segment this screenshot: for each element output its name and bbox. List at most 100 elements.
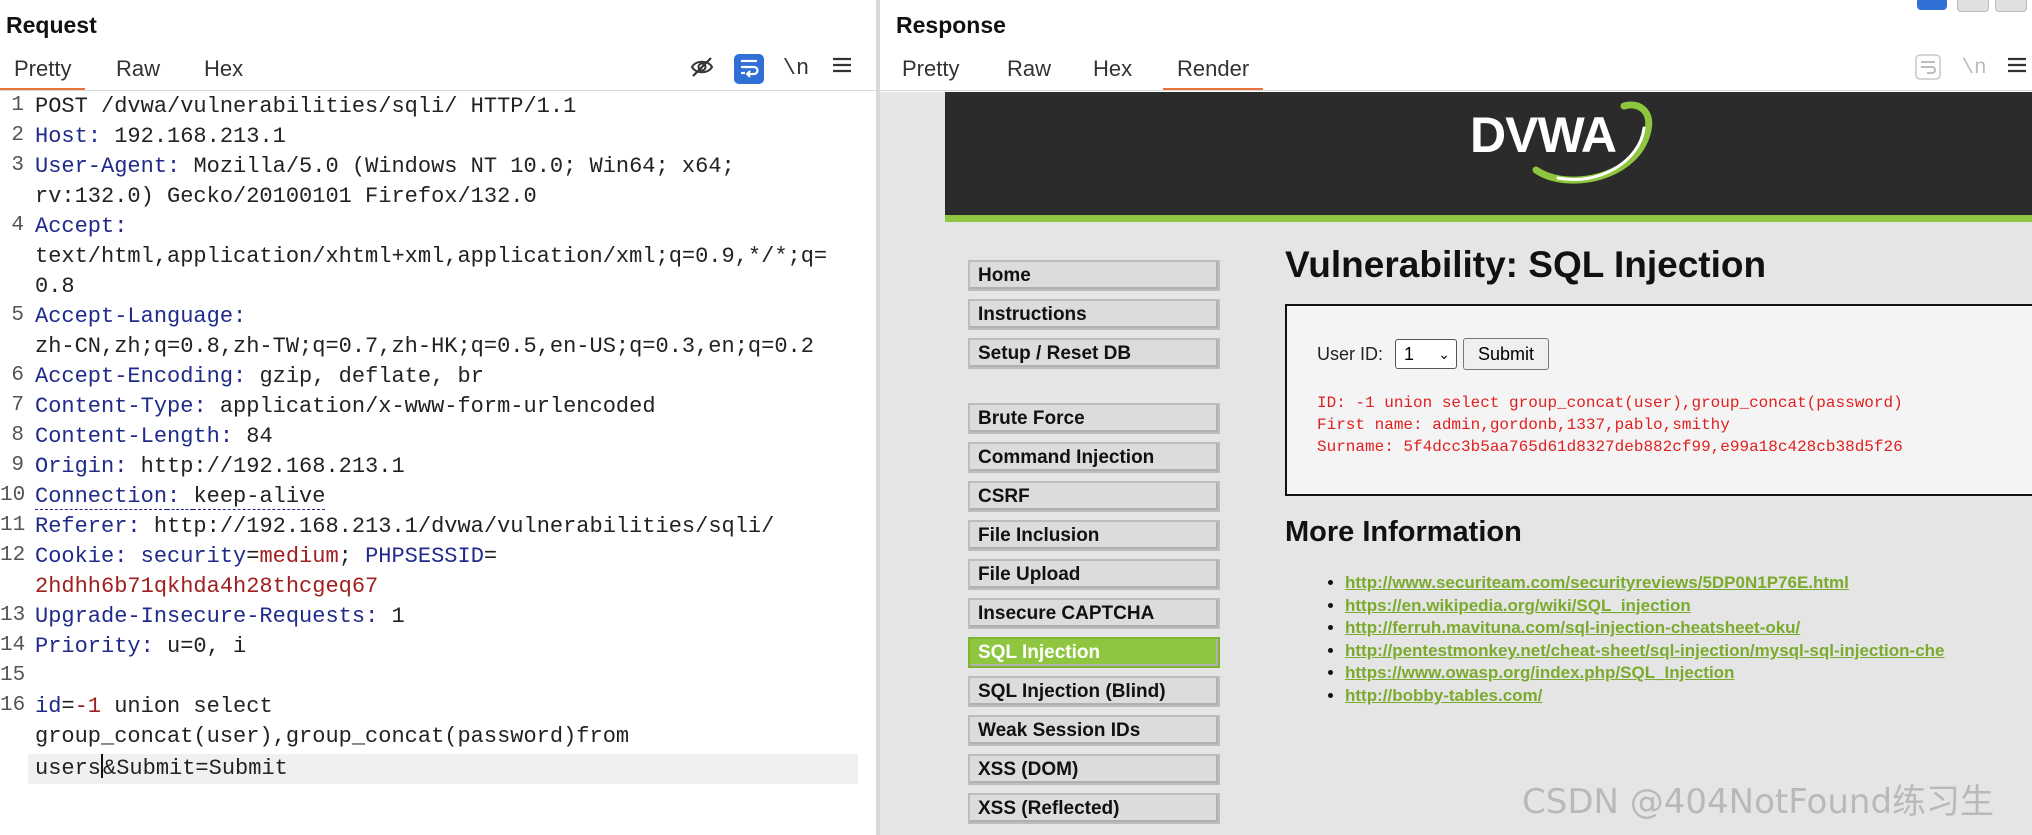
header-continuation: text/html,application/xhtml+xml,applicat… [35,244,828,269]
tab-divider [0,90,876,91]
line-number: 8 [11,424,24,447]
tab-raw[interactable]: Raw [1007,56,1051,82]
line-number: 7 [11,394,24,417]
cookie-value: medium [259,544,339,569]
line-number: 14 [0,634,26,657]
watermark: CSDN @404NotFound练习生 [1522,782,1995,822]
header-value: gzip, deflate, br [259,364,484,389]
header-host: Host: 192.168.213.1 [35,124,286,149]
wrap-text-icon[interactable] [1913,54,1943,84]
request-line: POST /dvwa/vulnerabilities/sqli/ HTTP/1.… [35,94,576,119]
menu-instructions[interactable]: Instructions [968,299,1220,330]
menu-command-injection[interactable]: Command Injection [968,442,1220,473]
header-name: Content-Length [35,424,220,449]
user-id-select[interactable]: 1 ⌄ [1395,339,1457,369]
reference-link[interactable]: http://ferruh.mavituna.com/sql-injection… [1345,618,1800,637]
result-first-name: First name: admin,gordonb,1337,pablo,smi… [1317,416,1730,434]
submit-button[interactable]: Submit [1463,338,1549,370]
list-item: https://www.owasp.org/index.php/SQL_Inje… [1345,662,1945,685]
tab-hex[interactable]: Hex [1093,56,1132,82]
header-priority: Priority: u=0, i [35,634,247,659]
header-name: Upgrade-Insecure-Requests [35,604,366,629]
list-item: https://en.wikipedia.org/wiki/SQL_inject… [1345,595,1945,618]
reference-link[interactable]: https://en.wikipedia.org/wiki/SQL_inject… [1345,596,1691,615]
header-continuation: rv:132.0) Gecko/20100101 Firefox/132.0 [35,184,537,209]
header-value: Mozilla/5.0 (Windows NT 10.0; Win64; x64… [193,154,735,179]
line-number: 9 [11,454,24,477]
menu-setup[interactable]: Setup / Reset DB [968,338,1220,369]
layout-horizontal-icon[interactable] [1957,0,1989,12]
line-number: 3 [11,154,24,177]
header-continuation: 0.8 [35,274,75,299]
eye-slash-icon[interactable] [687,54,717,84]
header-user-agent: User-Agent: Mozilla/5.0 (Windows NT 10.0… [35,154,735,179]
list-item: http://www.securiteam.com/securityreview… [1345,572,1945,595]
more-information-heading: More Information [1285,516,1522,548]
list-item: http://ferruh.mavituna.com/sql-injection… [1345,617,1945,640]
newline-toggle[interactable]: \n [781,54,811,84]
cookie-value-continuation: 2hdhh6b71qkhda4h28thcgeq67 [35,574,379,599]
request-editor[interactable]: 1 2 3 4 5 6 7 8 9 10 11 12 13 14 15 16 P… [0,92,876,835]
line-number: 1 [11,94,24,117]
menu-home[interactable]: Home [968,260,1220,291]
header-name: User-Agent [35,154,168,179]
header-accept: Accept: [35,214,128,239]
header-origin: Origin: http://192.168.213.1 [35,454,405,479]
vulnerability-box: User ID: 1 ⌄ Submit ID: -1 union select g… [1285,304,2032,496]
wrap-text-icon[interactable] [734,54,764,84]
header-value: u=0, i [167,634,247,659]
menu-sql-injection[interactable]: SQL Injection [968,637,1220,668]
response-title: Response [896,12,1006,38]
header-upgrade-insecure: Upgrade-Insecure-Requests: 1 [35,604,405,629]
header-value: 192.168.213.1 [114,124,286,149]
tab-pretty[interactable]: Pretty [902,56,959,82]
page-title: Vulnerability: SQL Injection [1285,244,1767,285]
header-cookie: Cookie: security=medium; PHPSESSID= [35,544,498,569]
menu-file-upload[interactable]: File Upload [968,559,1220,590]
layout-tabs-icon[interactable] [1995,0,2027,12]
tab-hex[interactable]: Hex [204,56,243,82]
layout-split-icon[interactable] [1917,0,1947,10]
menu-sql-injection-blind[interactable]: SQL Injection (Blind) [968,676,1220,707]
header-continuation: zh-CN,zh;q=0.8,zh-TW;q=0.7,zh-HK;q=0.5,e… [35,334,814,359]
body-text: union select [101,694,273,719]
newline-toggle[interactable]: \n [1959,54,1989,84]
menu-file-inclusion[interactable]: File Inclusion [968,520,1220,551]
menu-weak-session-ids[interactable]: Weak Session IDs [968,715,1220,746]
header-name: Accept-Encoding [35,364,234,389]
menu-insecure-captcha[interactable]: Insecure CAPTCHA [968,598,1220,629]
body-continuation: users&Submit=Submit [35,754,288,781]
header-value: keep-alive [193,484,326,510]
tab-pretty[interactable]: Pretty [0,56,87,91]
reference-link[interactable]: https://www.owasp.org/index.php/SQL_Inje… [1345,663,1734,682]
user-id-label: User ID: [1317,344,1384,364]
body-text: users [35,756,102,781]
result-surname: Surname: 5f4dcc3b5aa765d61d8327deb882cf9… [1317,438,1903,456]
menu-csrf[interactable]: CSRF [968,481,1220,512]
line-number: 13 [0,604,26,627]
body-line: id=-1 union select [35,694,273,719]
menu-xss-dom[interactable]: XSS (DOM) [968,754,1220,785]
result-id: ID: -1 union select group_concat(user),g… [1317,394,1903,412]
header-value: http://192.168.213.1 [140,454,405,479]
param-key: id [35,694,62,719]
header-value: application/x-www-form-urlencoded [219,394,656,419]
reference-link[interactable]: http://www.securiteam.com/securityreview… [1345,573,1849,592]
header-content-length: Content-Length: 84 [35,424,273,449]
hamburger-icon[interactable] [2002,54,2032,84]
request-pane: Request Pretty Raw Hex \n 1 2 3 4 5 6 7 … [0,0,876,835]
body-continuation: group_concat(user),group_concat(password… [35,724,630,749]
reference-link[interactable]: http://pentestmonkey.net/cheat-sheet/sql… [1345,641,1945,660]
header-name: Priority [35,634,141,659]
line-number: 12 [0,544,26,567]
tab-raw[interactable]: Raw [116,56,160,82]
header-accept-language: Accept-Language: [35,304,247,329]
menu-xss-reflected[interactable]: XSS (Reflected) [968,793,1220,824]
cookie-key: security [140,544,247,569]
header-name: Content-Type [35,394,194,419]
reference-link[interactable]: http://bobby-tables.com/ [1345,686,1542,705]
reference-links: http://www.securiteam.com/securityreview… [1325,572,1945,708]
menu-brute-force[interactable]: Brute Force [968,403,1220,434]
tab-render[interactable]: Render [1162,56,1264,91]
hamburger-icon[interactable] [827,54,857,84]
